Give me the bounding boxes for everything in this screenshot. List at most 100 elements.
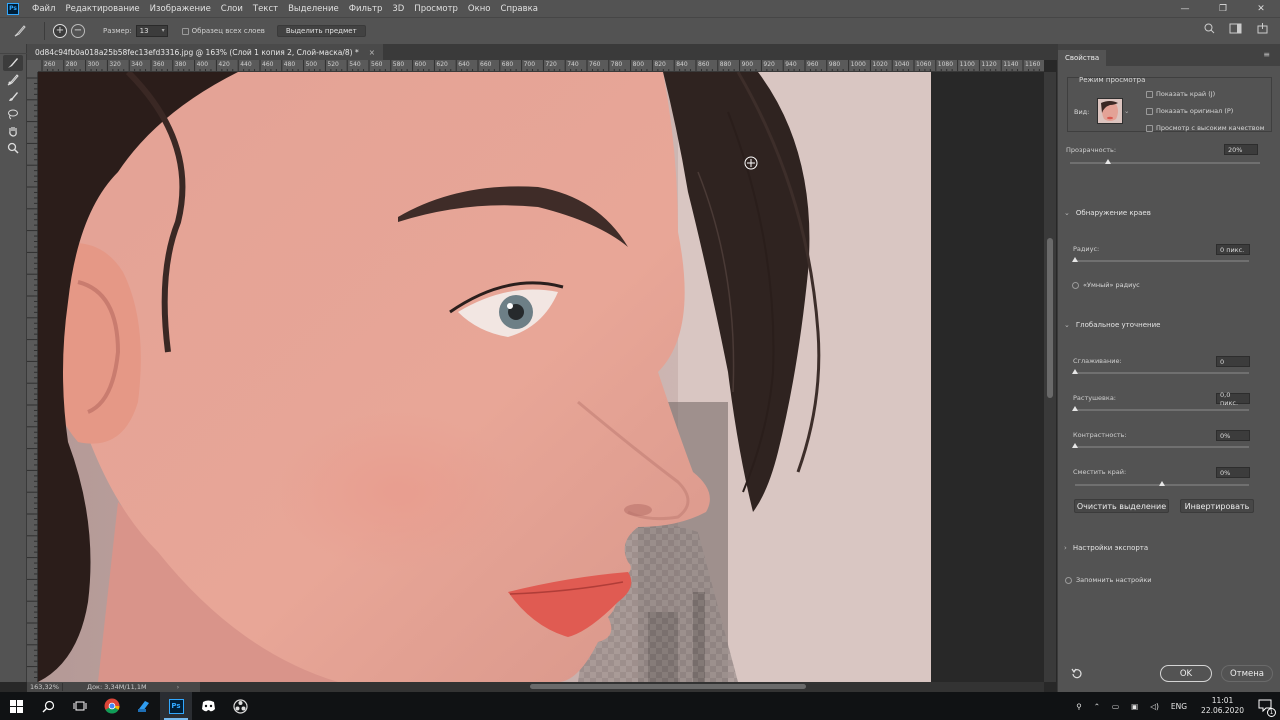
menu-view[interactable]: Просмотр — [409, 4, 463, 14]
chrome-icon[interactable] — [96, 692, 128, 720]
battery-icon[interactable]: ▭ — [1112, 702, 1119, 711]
remember-settings-checkbox[interactable] — [1065, 577, 1072, 584]
ruler-tick-label: 560 — [371, 61, 383, 68]
shift-edge-slider[interactable] — [1075, 481, 1249, 486]
menu-type[interactable]: Текст — [248, 4, 283, 14]
edge-detection-header[interactable]: ⌄ Обнаружение краев — [1064, 209, 1151, 217]
high-quality-checkbox[interactable] — [1146, 125, 1153, 132]
menu-window[interactable]: Окно — [463, 4, 496, 14]
refine-edge-brush-icon[interactable] — [3, 72, 23, 88]
menu-3d[interactable]: 3D — [387, 4, 409, 14]
remember-settings-label: Запомнить настройки — [1076, 576, 1152, 584]
hand-tool-icon[interactable] — [3, 123, 23, 139]
chevron-down-icon[interactable]: ⌄ — [1124, 107, 1129, 115]
obs-icon[interactable] — [224, 692, 256, 720]
slider-knob[interactable] — [1072, 257, 1078, 262]
clear-selection-button[interactable]: Очистить выделение — [1074, 499, 1169, 513]
select-subject-button[interactable]: Выделить предмет — [276, 25, 366, 37]
restore-icon[interactable]: ❐ — [1204, 0, 1242, 17]
show-edge-checkbox[interactable] — [1146, 91, 1153, 98]
invert-button[interactable]: Инвертировать — [1180, 499, 1254, 513]
smooth-slider[interactable] — [1072, 369, 1249, 374]
opacity-slider[interactable] — [1070, 159, 1260, 164]
photoshop-taskbar-icon[interactable]: Ps — [160, 692, 192, 720]
opacity-input[interactable]: 20% — [1224, 144, 1258, 155]
chevron-up-icon[interactable]: ⌃ — [1094, 702, 1100, 711]
status-menu-arrow[interactable]: › — [177, 683, 180, 691]
cancel-button[interactable]: Отмена — [1221, 665, 1273, 682]
radius-input[interactable]: 0 пикс. — [1216, 244, 1250, 255]
document-tab[interactable]: 0d84c94fb0a018a25b58fec13efd3316.jpg @ 1… — [27, 44, 384, 60]
export-settings-header[interactable]: › Настройки экспорта — [1064, 544, 1148, 552]
app-icon[interactable] — [128, 692, 160, 720]
search-icon[interactable] — [1204, 23, 1215, 34]
reset-icon[interactable] — [1071, 667, 1083, 679]
clock[interactable]: 11:01 22.06.2020 — [1201, 696, 1244, 716]
notifications-icon[interactable]: 1 — [1258, 699, 1276, 717]
contrast-slider[interactable] — [1072, 443, 1249, 448]
menu-select[interactable]: Выделение — [283, 4, 344, 14]
ruler-tick-label: 260 — [44, 61, 56, 68]
network-icon[interactable]: ▣ — [1131, 702, 1138, 711]
scroll-thumb[interactable] — [530, 684, 806, 689]
menu-edit[interactable]: Редактирование — [60, 4, 144, 14]
quick-selection-tool-icon[interactable] — [3, 55, 23, 71]
vertical-scrollbar[interactable] — [1044, 72, 1056, 682]
share-icon[interactable] — [1257, 23, 1268, 34]
sample-all-layers-checkbox[interactable] — [181, 27, 189, 35]
slider-knob[interactable] — [1105, 159, 1111, 164]
subtract-from-selection-icon[interactable]: − — [71, 24, 85, 38]
tab-properties[interactable]: Свойства — [1058, 50, 1107, 66]
windows-start-icon[interactable] — [0, 692, 32, 720]
scroll-thumb[interactable] — [1047, 238, 1053, 398]
ruler-tick-label: 1080 — [937, 61, 954, 68]
slider-knob[interactable] — [1072, 406, 1078, 411]
feather-input[interactable]: 0,0 пикс. — [1216, 391, 1250, 407]
ruler-tick-label: 1060 — [916, 61, 932, 68]
feather-slider[interactable] — [1072, 406, 1249, 411]
show-original-checkbox[interactable] — [1146, 108, 1153, 115]
ok-button[interactable]: OK — [1160, 665, 1212, 682]
minimize-icon[interactable]: — — [1166, 0, 1204, 17]
panel-menu-icon[interactable]: ≡ — [1263, 50, 1270, 59]
slider-knob[interactable] — [1072, 369, 1078, 374]
vertical-ruler — [27, 72, 38, 682]
menu-layers[interactable]: Слои — [216, 4, 248, 14]
menu-image[interactable]: Изображение — [145, 4, 216, 14]
language-indicator[interactable]: ENG — [1171, 702, 1187, 711]
ruler-tick-label: 840 — [676, 61, 688, 68]
brush-tool-icon[interactable] — [3, 89, 23, 105]
panel-grip[interactable] — [0, 44, 27, 54]
menu-file[interactable]: Файл — [27, 4, 60, 14]
global-refine-header[interactable]: ⌄ Глобальное уточнение — [1064, 321, 1160, 329]
zoom-level[interactable]: 163,32% — [27, 683, 63, 691]
people-icon[interactable]: ⚲ — [1076, 702, 1082, 711]
lasso-tool-icon[interactable] — [3, 106, 23, 122]
search-icon[interactable] — [32, 692, 64, 720]
chevron-right-icon: › — [1064, 544, 1067, 552]
menu-filter[interactable]: Фильтр — [344, 4, 388, 14]
size-input[interactable]: 13 ▾ — [135, 25, 168, 37]
zoom-tool-icon[interactable] — [3, 140, 23, 156]
close-tab-icon[interactable]: × — [369, 48, 375, 57]
contrast-input[interactable]: 0% — [1216, 430, 1250, 441]
canvas[interactable] — [38, 72, 1044, 682]
slider-knob[interactable] — [1072, 443, 1078, 448]
ruler-tick-label: 1140 — [1003, 61, 1019, 68]
discord-icon[interactable] — [192, 692, 224, 720]
slider-knob[interactable] — [1159, 481, 1165, 486]
workspace-icon[interactable] — [1229, 23, 1243, 34]
close-icon[interactable]: ✕ — [1242, 0, 1280, 17]
horizontal-scrollbar[interactable] — [200, 682, 1044, 692]
refine-brush-tool-icon[interactable] — [10, 21, 30, 41]
ruler-tick-label: 540 — [349, 61, 361, 68]
add-to-selection-icon[interactable]: + — [53, 24, 67, 38]
smooth-input[interactable]: 0 — [1216, 356, 1250, 367]
smart-radius-checkbox[interactable] — [1072, 282, 1079, 289]
menu-help[interactable]: Справка — [496, 4, 543, 14]
view-mode-thumbnail[interactable] — [1097, 98, 1123, 124]
shift-edge-input[interactable]: 0% — [1216, 467, 1250, 478]
radius-slider[interactable] — [1072, 257, 1249, 262]
volume-icon[interactable]: ◁) — [1150, 702, 1159, 711]
task-view-icon[interactable] — [64, 692, 96, 720]
